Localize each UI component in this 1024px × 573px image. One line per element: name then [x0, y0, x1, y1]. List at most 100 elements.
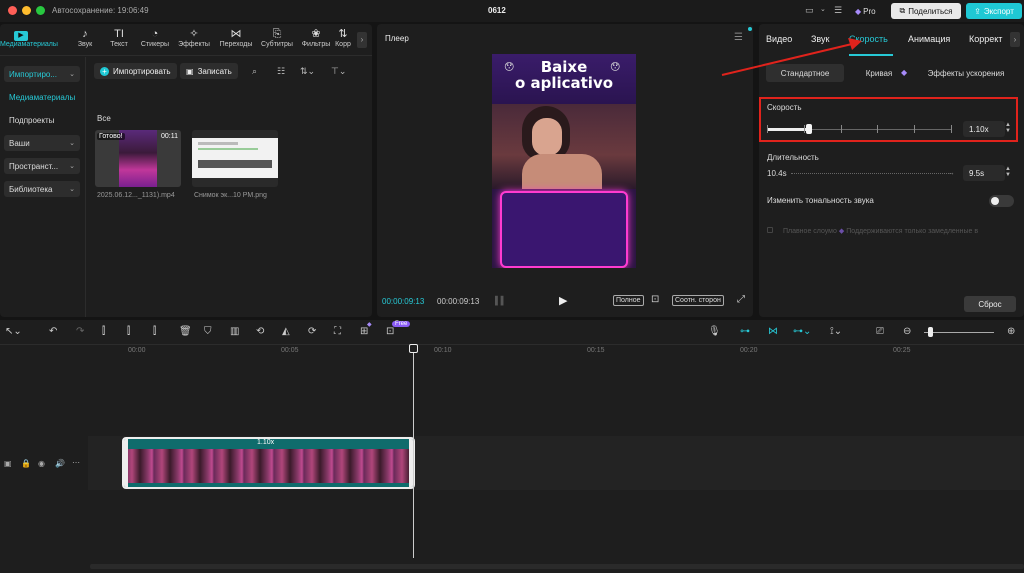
video-clip[interactable]: 1.10x: [122, 437, 415, 489]
aspect-ratio-button[interactable]: Соотн. сторон: [672, 295, 724, 306]
sidebar-item-subprojects[interactable]: Подпроекты: [4, 112, 80, 128]
duration-value-field[interactable]: 9.5s: [963, 165, 1005, 181]
tool-effects[interactable]: ✧ Эффекты: [173, 27, 215, 48]
more-icon[interactable]: ⋯: [72, 458, 80, 467]
project-title[interactable]: 0612: [488, 6, 506, 15]
redo-icon[interactable]: ↷: [76, 326, 84, 337]
select-tool-icon[interactable]: ↖⌄: [5, 326, 22, 337]
zoom-slider-track[interactable]: [924, 332, 994, 333]
speed-stepper[interactable]: ▲ ▼: [1004, 122, 1012, 134]
tool-label: Эффекты: [178, 41, 210, 48]
quality-button[interactable]: Полное: [613, 295, 644, 306]
tool-subtitles[interactable]: ⎘ Субтитры: [256, 27, 298, 48]
chevron-right-icon[interactable]: ›: [1010, 32, 1020, 47]
pitch-toggle[interactable]: [989, 195, 1014, 207]
sidebar-item-library[interactable]: Библиотека ⌄: [4, 181, 80, 197]
mask-icon[interactable]: ⛉: [204, 326, 212, 337]
reset-button[interactable]: Сброс: [964, 296, 1016, 312]
tool-adjust[interactable]: ⇅ Корр: [330, 27, 356, 48]
chevron-right-icon[interactable]: ›: [357, 32, 367, 48]
lock-icon[interactable]: 🔒: [21, 459, 31, 468]
clip-frames: [124, 449, 413, 483]
speed-slider-tick: [803, 125, 805, 133]
speaker-icon[interactable]: 🔊: [55, 459, 65, 468]
settings-icon[interactable]: ☰: [834, 5, 842, 16]
split-left-icon[interactable]: ⫿: [127, 326, 130, 337]
subtab-speed-effects[interactable]: Эффекты ускорения: [916, 64, 1016, 82]
sidebar-item-spaces[interactable]: Пространст... ⌄: [4, 158, 80, 174]
sort-icon[interactable]: ⇅⌄: [300, 66, 315, 77]
link-icon[interactable]: ⊶⌄: [793, 326, 811, 337]
tool-transitions[interactable]: ⋈ Переходы: [215, 27, 257, 48]
crop-icon[interactable]: ⊡: [651, 294, 659, 305]
playhead[interactable]: [413, 346, 414, 558]
ruler-tick: 00:25: [893, 347, 911, 354]
filter-icon[interactable]: ⊤⌄: [331, 66, 346, 77]
sidebar-item-media[interactable]: Медиаматериалы: [4, 89, 80, 105]
undo-icon[interactable]: ↶: [49, 326, 57, 337]
preview-axis-icon[interactable]: ⟟⌄: [830, 326, 842, 337]
smooth-checkbox[interactable]: [767, 227, 773, 233]
eye-icon[interactable]: ◉: [38, 459, 45, 468]
main-track-link-icon[interactable]: ⊶: [740, 326, 750, 337]
speed-slider-handle[interactable]: [806, 124, 813, 134]
split-icon[interactable]: ⫿: [102, 326, 105, 337]
timeline-panel: ↖⌄ ↶ ↷ ⫿ ⫿ ⫿ 🗑 ⛉ ▥ ⟲ ◭ ⟳ ⛶ ⊞ ⊡ Free ◆ 🎙 …: [0, 320, 1024, 573]
tab-adjust[interactable]: Коррект: [969, 34, 1002, 44]
track-cover-icon[interactable]: ▣: [4, 459, 12, 468]
play-icon[interactable]: ▶: [559, 294, 567, 307]
microphone-icon[interactable]: 🎙: [708, 326, 721, 337]
speed-slider-tick: [840, 125, 842, 133]
search-icon[interactable]: ⌕: [252, 66, 257, 77]
diamond-icon: ◆: [367, 322, 372, 328]
reverse-icon[interactable]: ⟲: [256, 326, 264, 337]
video-preview[interactable]: Baixe o aplicativo 😯 😯: [492, 54, 636, 268]
layout-icon[interactable]: ▭: [805, 5, 814, 16]
freeze-icon[interactable]: ▥: [230, 326, 239, 337]
split-right-icon[interactable]: ⫿: [153, 326, 156, 337]
duration-stepper[interactable]: ▲ ▼: [1004, 166, 1012, 178]
grid-view-icon[interactable]: ☷: [277, 66, 285, 77]
sidebar-item-import[interactable]: Импортиро... ⌄: [4, 66, 80, 82]
plus-icon: +: [100, 66, 109, 76]
video-thumbnail: [119, 130, 157, 187]
tool-media[interactable]: ▶ Медиаматериалы: [0, 27, 58, 48]
import-button[interactable]: + Импортировать: [94, 63, 177, 79]
zoom-in-icon[interactable]: ⊕: [1007, 326, 1015, 337]
chevron-down-icon[interactable]: ⌄: [820, 5, 826, 13]
crop-icon[interactable]: ⛶: [334, 326, 341, 337]
speed-value-field[interactable]: 1.10x: [963, 121, 1005, 137]
current-time: 00:00:09:13: [382, 297, 425, 306]
autosave-status: Автосохранение: 19:06:49: [52, 6, 149, 15]
speed-slider-tick: [767, 125, 768, 133]
media-icon: ▶: [0, 27, 42, 41]
maximize-window-button[interactable]: [36, 6, 45, 15]
annotation-arrow: [721, 38, 862, 76]
export-button[interactable]: ⇪ Экспорт: [966, 3, 1022, 19]
mirror-icon[interactable]: ◭: [282, 326, 290, 337]
rotate-icon[interactable]: ⟳: [308, 326, 316, 337]
delete-icon[interactable]: 🗑: [179, 326, 192, 337]
minimize-window-button[interactable]: [22, 6, 31, 15]
media-item-video[interactable]: Готово! 00:11: [95, 130, 181, 187]
close-window-button[interactable]: [8, 6, 17, 15]
playhead-handle[interactable]: [409, 344, 418, 353]
diamond-icon: ◆: [901, 68, 908, 77]
captions-icon[interactable]: ⎚: [876, 326, 884, 337]
zoom-out-icon[interactable]: ⊖: [903, 326, 911, 337]
share-button[interactable]: ⧉ Поделиться: [891, 3, 961, 19]
fullscreen-icon[interactable]: ⤢: [737, 294, 745, 305]
clip-left-handle[interactable]: [124, 439, 128, 487]
pro-button[interactable]: ◆ Pro: [855, 4, 885, 18]
sidebar-item-yours[interactable]: Ваши ⌄: [4, 135, 80, 151]
ruler-tick: 00:00: [128, 347, 146, 354]
ai-tool-icon[interactable]: ⊡: [386, 326, 394, 337]
tool-stickers[interactable]: ◔ Стикеры: [134, 27, 176, 48]
tab-animation[interactable]: Анимация: [908, 34, 950, 44]
horizontal-scrollbar[interactable]: [90, 564, 1024, 569]
record-button[interactable]: ▣ Записать: [180, 63, 238, 79]
free-badge: Free: [392, 321, 411, 327]
zoom-slider-handle[interactable]: [928, 327, 933, 337]
media-item-image[interactable]: [192, 130, 278, 187]
magnet-icon[interactable]: ⋈: [768, 326, 778, 337]
